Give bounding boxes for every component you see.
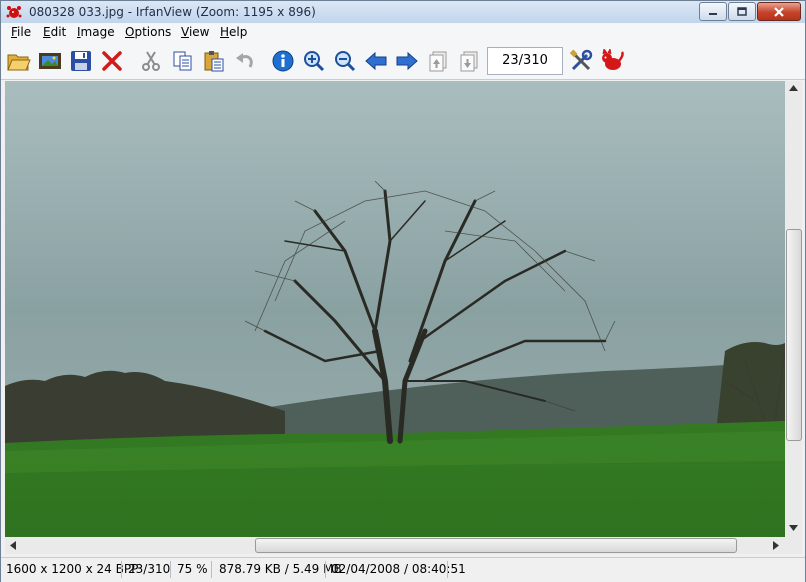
menu-file[interactable]: File <box>11 25 31 39</box>
minimize-button[interactable] <box>699 2 727 21</box>
zoom-in-icon <box>304 51 325 72</box>
status-divider <box>211 561 212 578</box>
open-folder-icon <box>7 54 31 71</box>
copy-icon <box>173 51 192 71</box>
title-bar[interactable]: 080328 033.jpg - IrfanView (Zoom: 1195 x… <box>1 1 805 23</box>
info-button[interactable] <box>270 48 296 74</box>
save-icon <box>71 51 91 71</box>
info-icon <box>272 50 294 72</box>
menu-help[interactable]: Help <box>220 25 247 39</box>
save-button[interactable] <box>68 48 94 74</box>
close-button[interactable] <box>757 2 801 21</box>
open-button[interactable] <box>6 48 32 74</box>
paste-icon <box>204 51 224 72</box>
scroll-left-icon[interactable] <box>10 541 16 550</box>
scroll-up-icon[interactable] <box>789 85 798 91</box>
status-divider <box>447 561 448 578</box>
undo-icon <box>236 53 253 68</box>
menu-bar: File Edit Image Options View Help <box>1 23 805 43</box>
menu-edit[interactable]: Edit <box>43 25 66 39</box>
first-page-icon <box>429 51 447 72</box>
previous-button[interactable] <box>363 48 389 74</box>
menu-view[interactable]: View <box>181 25 209 39</box>
image-viewport[interactable] <box>5 81 785 537</box>
vertical-scrollbar[interactable] <box>785 81 802 537</box>
scroll-right-icon[interactable] <box>773 541 779 550</box>
slideshow-button[interactable] <box>37 48 63 74</box>
minimize-icon <box>709 12 717 15</box>
status-divider <box>325 561 326 578</box>
irfanview-app-icon[interactable] <box>6 4 22 20</box>
irfanview-window: 080328 033.jpg - IrfanView (Zoom: 1195 x… <box>0 0 806 582</box>
properties-button[interactable] <box>568 48 594 74</box>
maximize-button[interactable] <box>728 2 756 21</box>
irfanview-cat-icon <box>602 49 624 70</box>
status-position: 23/310 <box>128 562 171 576</box>
landscape-photo <box>5 81 785 537</box>
menu-image[interactable]: Image <box>77 25 115 39</box>
horizontal-scrollbar[interactable] <box>5 537 785 554</box>
menu-options[interactable]: Options <box>125 25 171 39</box>
next-button[interactable] <box>394 48 420 74</box>
paste-button[interactable] <box>201 48 227 74</box>
zoom-in-button[interactable] <box>301 48 327 74</box>
status-zoom: 75 % <box>177 562 208 576</box>
previous-arrow-icon <box>365 51 387 71</box>
vertical-scroll-thumb[interactable] <box>786 229 802 441</box>
window-title: 080328 033.jpg - IrfanView (Zoom: 1195 x… <box>29 5 316 19</box>
status-dimensions: 1600 x 1200 x 24 BPP <box>6 562 139 576</box>
cut-button[interactable] <box>138 48 164 74</box>
zoom-out-icon <box>335 51 356 72</box>
status-datetime: 02/04/2008 / 08:40:51 <box>331 562 466 576</box>
copy-button[interactable] <box>170 48 196 74</box>
close-icon <box>774 6 784 17</box>
maximize-icon <box>737 7 747 16</box>
settings-tools-icon <box>569 49 593 71</box>
irfanview-about-button[interactable] <box>599 48 625 74</box>
horizontal-scroll-thumb[interactable] <box>255 538 737 553</box>
next-arrow-icon <box>396 51 418 71</box>
cut-icon <box>142 51 160 71</box>
delete-icon <box>102 51 122 71</box>
zoom-out-button[interactable] <box>332 48 358 74</box>
last-page-button[interactable] <box>456 48 482 74</box>
last-page-icon <box>460 51 478 72</box>
scrollbar-corner <box>785 537 802 554</box>
undo-button[interactable] <box>232 48 258 74</box>
status-bar: 1600 x 1200 x 24 BPP 23/310 75 % 878.79 … <box>1 557 805 582</box>
delete-button[interactable] <box>99 48 125 74</box>
image-counter-field[interactable]: 23/310 <box>487 47 563 75</box>
status-divider <box>121 561 122 578</box>
window-controls <box>698 2 801 21</box>
status-divider <box>170 561 171 578</box>
first-page-button[interactable] <box>425 48 451 74</box>
status-filesize: 878.79 KB / 5.49 MB <box>219 562 342 576</box>
toolbar: 23/310 <box>1 43 805 80</box>
scroll-down-icon[interactable] <box>789 525 798 531</box>
slideshow-icon <box>39 53 61 69</box>
